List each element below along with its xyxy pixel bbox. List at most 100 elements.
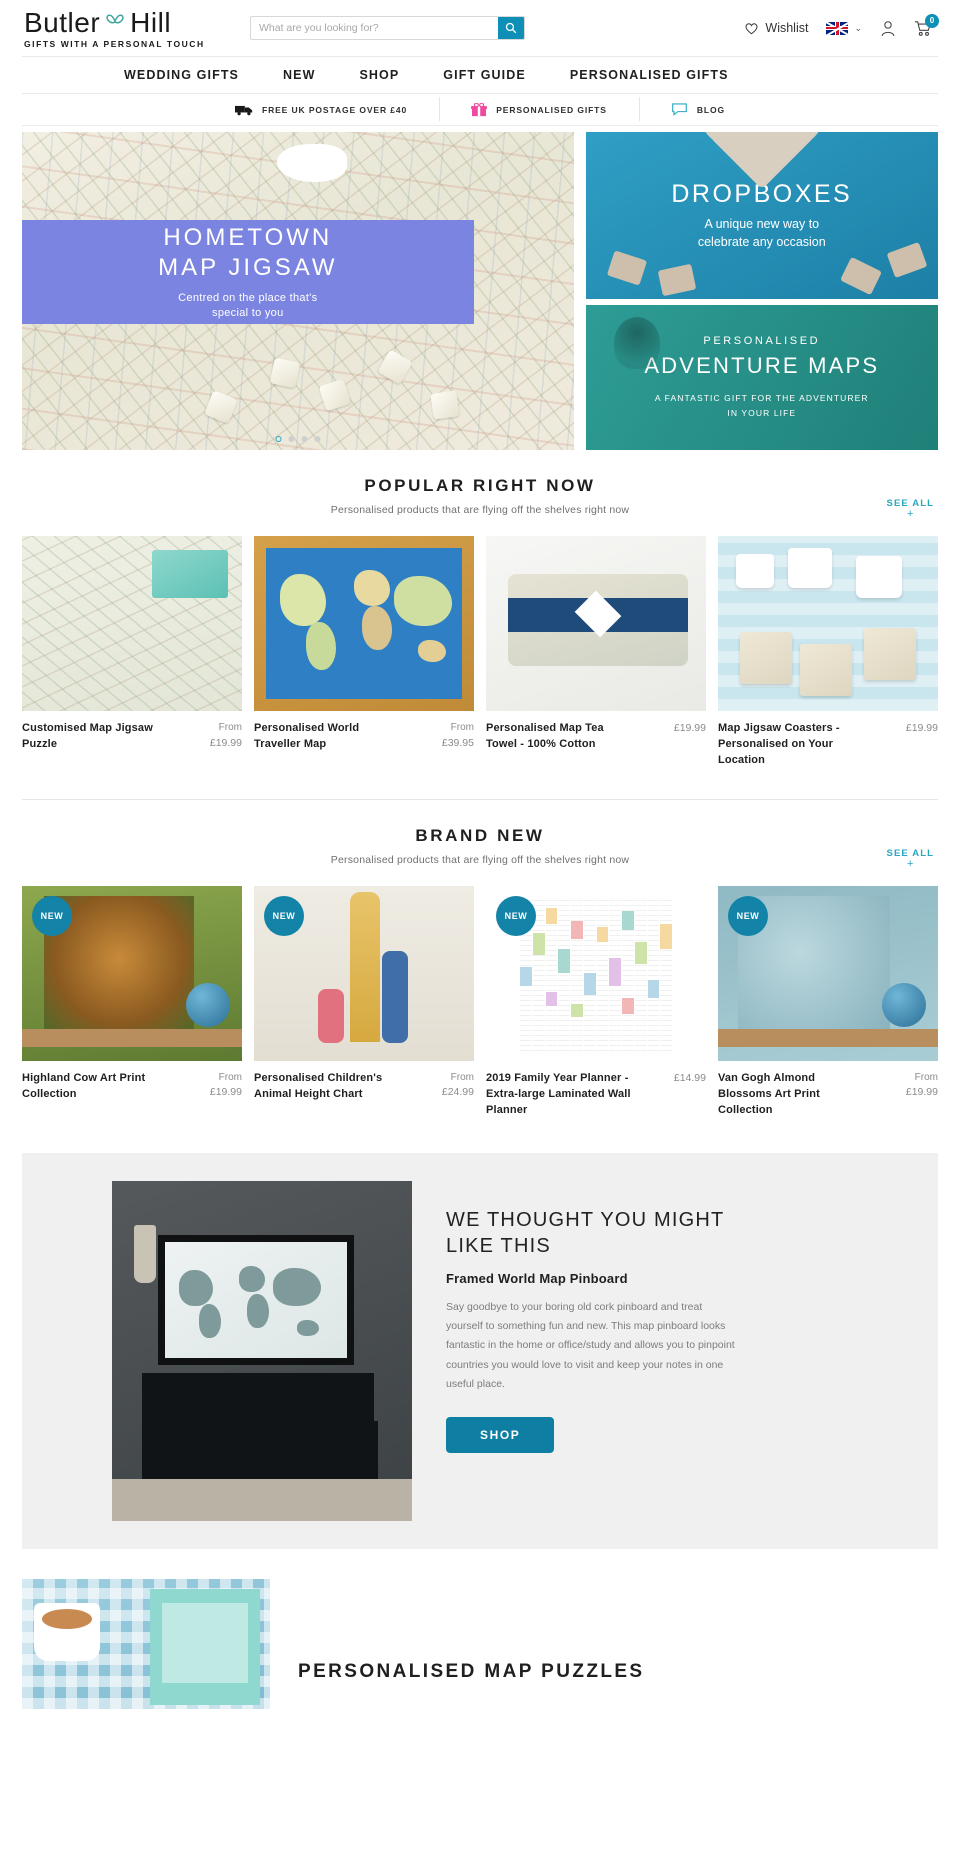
product-meta: Personalised Children's Animal Height Ch…: [254, 1071, 474, 1103]
plus-icon: +: [907, 508, 914, 520]
popular-header: POPULAR RIGHT NOW Personalised products …: [22, 450, 938, 520]
logo-text-hill: Hill: [130, 7, 172, 38]
nav-item-wedding-gifts[interactable]: WEDDING GIFTS: [102, 68, 261, 82]
product-card[interactable]: NEW 2019 Family Year Planner - Extra-lar…: [486, 885, 706, 1119]
mug-art: [736, 554, 774, 588]
product-card[interactable]: NEW Personalised Children's Animal Heigh…: [254, 885, 474, 1119]
world-map-frame-art: [254, 536, 474, 711]
new-badge: NEW: [496, 895, 536, 936]
popular-product-grid: Customised Map Jigsaw Puzzle From £19.99: [22, 536, 938, 769]
map-puzzles-image[interactable]: [22, 1578, 270, 1709]
adventure-title: ADVENTURE MAPS: [644, 353, 880, 379]
site-logo[interactable]: Butler Hill GIFTS WITH A PERSONAL TOUCH: [24, 7, 244, 50]
product-card[interactable]: Personalised World Traveller Map From £3…: [254, 536, 474, 769]
nav-item-personalised-gifts[interactable]: PERSONALISED GIFTS: [548, 68, 751, 82]
coaster-art: [740, 632, 792, 684]
hero-slide-hometown-map-jigsaw[interactable]: HOMETOWN MAP JIGSAW Centred on the place…: [22, 132, 574, 450]
gift-icon: [471, 102, 488, 116]
carousel-dot-4[interactable]: [314, 436, 321, 442]
hero-title-line1: HOMETOWN: [163, 223, 333, 251]
product-meta: Van Gogh Almond Blossoms Art Print Colle…: [718, 1071, 938, 1119]
nav-item-shop[interactable]: SHOP: [337, 68, 421, 82]
account-button[interactable]: [880, 20, 896, 37]
continent-art: [297, 1319, 319, 1336]
recommendation-product-name: Framed World Map Pinboard: [446, 1270, 628, 1286]
search-box[interactable]: [250, 16, 525, 40]
brand-new-product-grid: NEW Highland Cow Art Print Collection Fr…: [22, 885, 938, 1119]
coaster-art: [800, 644, 852, 696]
brand-new-see-all-link[interactable]: SEE ALL +: [887, 848, 934, 870]
tag-shape-art: [657, 263, 696, 297]
product-card[interactable]: NEW Van Gogh Almond Blossoms Art Print C…: [718, 885, 938, 1119]
product-image[interactable]: [486, 536, 706, 711]
product-image[interactable]: [22, 536, 242, 711]
tag-shape-art: [840, 256, 882, 296]
product-name: Van Gogh Almond Blossoms Art Print Colle…: [718, 1071, 820, 1116]
recommendation-description: Say goodbye to your boring old cork pinb…: [446, 1300, 735, 1391]
product-image[interactable]: [718, 536, 938, 711]
mug-art: [856, 556, 902, 598]
carousel-dot-2[interactable]: [288, 436, 295, 442]
product-card[interactable]: NEW Highland Cow Art Print Collection Fr…: [22, 885, 242, 1119]
wishlist-link[interactable]: Wishlist: [744, 21, 808, 35]
planner-column: [571, 895, 583, 1051]
promo-free-postage[interactable]: FREE UK POSTAGE OVER £40: [203, 104, 439, 116]
carousel-dot-3[interactable]: [301, 436, 308, 442]
product-price: From £19.99: [210, 721, 242, 751]
product-image[interactable]: [254, 536, 474, 711]
world-map-art: [165, 1241, 347, 1358]
planner-column: [558, 895, 570, 1051]
product-price: From £19.99: [210, 1071, 242, 1101]
chat-icon: [671, 103, 687, 116]
continent-art: [306, 622, 336, 670]
promo-blog[interactable]: BLOG: [638, 97, 757, 121]
map-puzzles-section: PERSONALISED MAP PUZZLES: [22, 1578, 938, 1709]
cart-button[interactable]: 0: [914, 13, 939, 37]
user-icon: [881, 20, 895, 36]
adult-figure-art: [382, 950, 408, 1043]
search-button[interactable]: [498, 17, 524, 39]
new-badge: NEW: [32, 895, 72, 936]
product-meta: 2019 Family Year Planner - Extra-large L…: [486, 1071, 706, 1119]
carousel-dot-1[interactable]: [275, 436, 282, 442]
search-input[interactable]: [251, 17, 498, 39]
nav-item-new[interactable]: NEW: [261, 68, 337, 82]
carousel-dots[interactable]: [275, 436, 321, 442]
dropboxes-line2: celebrate any occasion: [697, 235, 826, 249]
logo-text-butler: Butler: [24, 7, 101, 38]
search-icon: [505, 22, 517, 34]
recommendation-copy: WE THOUGHT YOU MIGHT LIKE THIS Framed Wo…: [446, 1181, 776, 1453]
product-name: 2019 Family Year Planner - Extra-large L…: [486, 1071, 631, 1116]
hero-side-panels: DROPBOXES A unique new way to celebrate …: [585, 132, 938, 450]
product-card[interactable]: Map Jigsaw Coasters - Personalised on Yo…: [718, 536, 938, 769]
product-meta: Highland Cow Art Print Collection From £…: [22, 1071, 242, 1103]
hero-card-dropboxes[interactable]: DROPBOXES A unique new way to celebrate …: [585, 132, 938, 299]
promo-bar: FREE UK POSTAGE OVER £40 PERSONALISED GI…: [22, 94, 938, 126]
recommendation-image[interactable]: [112, 1180, 412, 1521]
shop-button[interactable]: SHOP: [446, 1416, 555, 1453]
product-card[interactable]: Customised Map Jigsaw Puzzle From £19.99: [22, 536, 242, 769]
product-name: Personalised World Traveller Map: [254, 722, 360, 750]
price-from-label: From: [450, 722, 474, 733]
price-from-label: From: [218, 1071, 242, 1083]
continent-art: [239, 1265, 265, 1292]
locale-selector[interactable]: ⌄: [826, 21, 862, 35]
continent-art: [418, 640, 446, 662]
brand-new-title: BRAND NEW: [415, 825, 545, 845]
adventure-subtitle: A FANTASTIC GIFT FOR THE ADVENTURER IN Y…: [655, 391, 869, 420]
heart-outline-icon: [745, 22, 758, 34]
brand-new-header: BRAND NEW Personalised products that are…: [22, 800, 938, 870]
hero-card-adventure-maps[interactable]: PERSONALISED ADVENTURE MAPS A FANTASTIC …: [585, 305, 938, 450]
popular-see-all-link[interactable]: SEE ALL +: [887, 498, 934, 520]
gift-box-art: [152, 550, 228, 598]
puzzle-piece-art: [430, 390, 460, 420]
product-price: £19.99: [674, 721, 706, 736]
product-card[interactable]: Personalised Map Tea Towel - 100% Cotton…: [486, 536, 706, 769]
dropboxes-subtitle: A unique new way to celebrate any occasi…: [698, 215, 826, 251]
price-value: £19.99: [905, 722, 938, 734]
shelf-art: [22, 1028, 242, 1047]
nav-item-gift-guide[interactable]: GIFT GUIDE: [421, 68, 548, 82]
promo-personalised-gifts[interactable]: PERSONALISED GIFTS: [439, 96, 639, 121]
popular-subtitle: Personalised products that are flying of…: [330, 504, 630, 516]
continent-art: [280, 574, 326, 626]
